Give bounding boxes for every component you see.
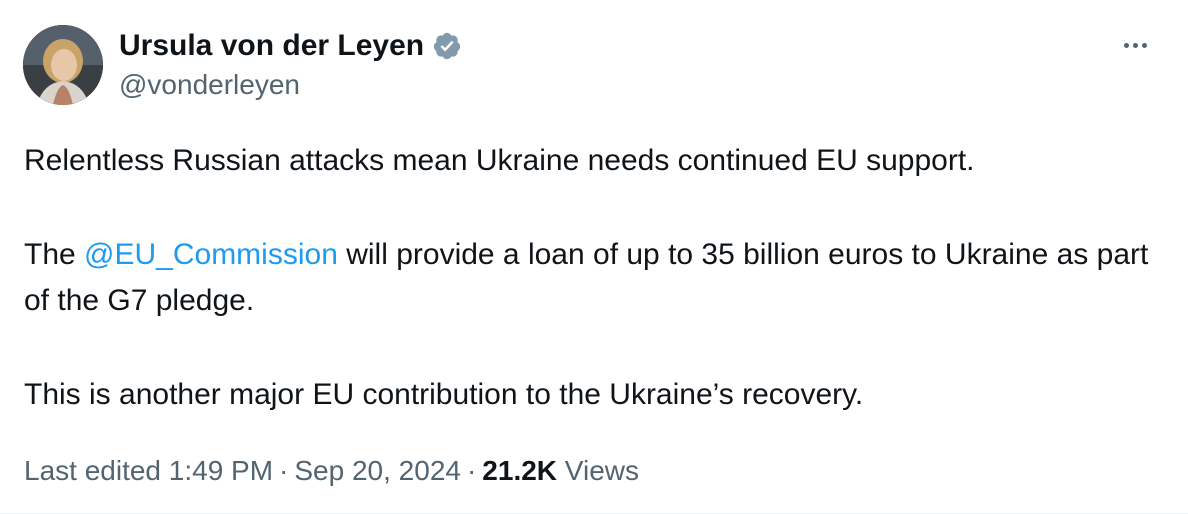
avatar-image xyxy=(23,25,103,105)
tweet-paragraph-2: The @EU_Commission will provide a loan o… xyxy=(24,232,1164,324)
tweet-meta: Last edited 1:49 PM · Sep 20, 2024 · 21.2K V… xyxy=(24,453,639,489)
views-label: Views xyxy=(564,455,639,486)
verified-badge-icon xyxy=(433,32,461,60)
tweet-card[interactable]: Ursula von der Leyen @vonderleyen Relent… xyxy=(0,0,1188,514)
author-name-text[interactable]: Ursula von der Leyen xyxy=(119,28,424,64)
mention-link[interactable]: @EU_Commission xyxy=(84,238,338,271)
tweet-text-segment: The xyxy=(24,238,85,271)
meta-separator: · xyxy=(279,455,289,486)
views-count: 21.2K xyxy=(482,455,558,486)
tweet-paragraph-3: This is another major EU contribution to… xyxy=(24,378,864,411)
meta-separator: · xyxy=(466,455,477,486)
more-options-button[interactable] xyxy=(1115,30,1155,60)
more-options-icon-dot xyxy=(1141,42,1147,48)
tweet-date-link[interactable]: Sep 20, 2024 xyxy=(294,455,461,486)
edited-timestamp-link[interactable]: Last edited 1:49 PM xyxy=(24,455,273,486)
more-options-icon-dot xyxy=(1132,42,1138,48)
author-name[interactable]: Ursula von der Leyen xyxy=(119,28,462,64)
tweet-paragraph-1: Relentless Russian attacks mean Ukraine … xyxy=(24,144,975,177)
author-handle[interactable]: @vonderleyen xyxy=(119,68,300,102)
more-options-icon-dot xyxy=(1123,42,1129,48)
avatar[interactable] xyxy=(23,25,103,105)
tweet-text: Relentless Russian attacks mean Ukraine … xyxy=(24,138,1164,418)
